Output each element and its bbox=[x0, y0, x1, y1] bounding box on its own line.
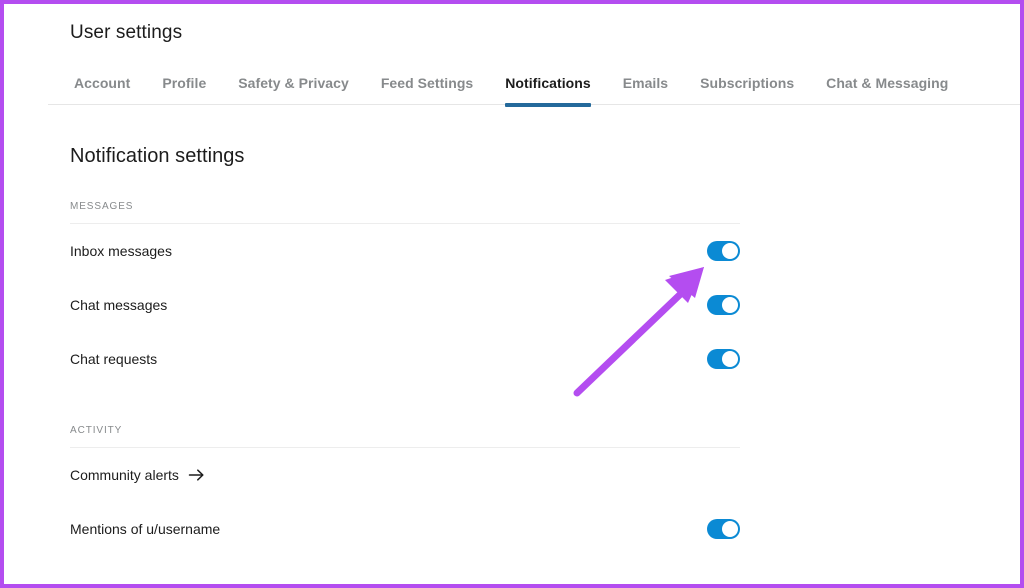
toggle-knob bbox=[722, 521, 738, 537]
arrow-right-icon bbox=[188, 468, 205, 482]
row-mentions-of-username: Mentions of u/username bbox=[70, 502, 740, 556]
tab-chat-messaging[interactable]: Chat & Messaging bbox=[826, 66, 948, 106]
row-community-alerts[interactable]: Community alerts bbox=[70, 448, 740, 502]
group-label-messages: MESSAGES bbox=[70, 200, 740, 224]
tab-notifications[interactable]: Notifications bbox=[505, 66, 591, 107]
toggle-chat-messages[interactable] bbox=[707, 295, 740, 315]
user-settings-page: User settings Account Profile Safety & P… bbox=[4, 4, 1020, 584]
tab-safety-privacy[interactable]: Safety & Privacy bbox=[238, 66, 349, 106]
toggle-knob bbox=[722, 297, 738, 313]
activity-rows: Community alerts Mentions of u/username bbox=[70, 448, 740, 556]
screenshot-frame: User settings Account Profile Safety & P… bbox=[0, 0, 1024, 588]
tab-emails-label: Emails bbox=[622, 75, 669, 91]
tab-profile-label: Profile bbox=[162, 75, 207, 91]
row-mentions-of-username-label: Mentions of u/username bbox=[70, 521, 221, 537]
settings-content: MESSAGES Inbox messages Chat messages Ch… bbox=[70, 200, 740, 556]
toggle-chat-requests[interactable] bbox=[707, 349, 740, 369]
row-inbox-messages-label: Inbox messages bbox=[70, 243, 172, 259]
toggle-knob bbox=[722, 243, 738, 259]
row-chat-requests-label: Chat requests bbox=[70, 351, 158, 367]
tab-subscriptions[interactable]: Subscriptions bbox=[700, 66, 794, 106]
tab-profile[interactable]: Profile bbox=[162, 66, 206, 106]
tab-notifications-label: Notifications bbox=[505, 75, 591, 91]
row-chat-messages-label: Chat messages bbox=[70, 297, 168, 313]
tab-feed-settings[interactable]: Feed Settings bbox=[381, 66, 473, 106]
row-community-alerts-label-wrap: Community alerts bbox=[70, 465, 205, 485]
tab-subscriptions-label: Subscriptions bbox=[700, 75, 795, 91]
settings-tab-bar: Account Profile Safety & Privacy Feed Se… bbox=[48, 66, 1020, 107]
settings-group-messages: MESSAGES Inbox messages Chat messages Ch… bbox=[70, 200, 740, 386]
settings-group-activity: ACTIVITY Community alerts Mentions of u/… bbox=[70, 424, 740, 556]
notification-settings-heading: Notification settings bbox=[70, 145, 245, 167]
row-chat-requests: Chat requests bbox=[70, 332, 740, 386]
toggle-inbox-messages[interactable] bbox=[707, 241, 740, 261]
row-chat-messages: Chat messages bbox=[70, 278, 740, 332]
toggle-knob bbox=[722, 351, 738, 367]
page-title: User settings bbox=[70, 22, 183, 43]
tab-chat-messaging-label: Chat & Messaging bbox=[826, 75, 949, 91]
toggle-mentions-of-username[interactable] bbox=[707, 519, 740, 539]
active-tab-underline bbox=[505, 103, 591, 107]
tab-emails[interactable]: Emails bbox=[623, 66, 668, 106]
messages-rows: Inbox messages Chat messages Chat reques… bbox=[70, 224, 740, 386]
group-label-activity: ACTIVITY bbox=[70, 424, 740, 448]
tab-feed-settings-label: Feed Settings bbox=[380, 75, 474, 91]
row-inbox-messages: Inbox messages bbox=[70, 224, 740, 278]
tab-safety-privacy-label: Safety & Privacy bbox=[238, 75, 349, 91]
row-community-alerts-label: Community alerts bbox=[70, 467, 179, 483]
tab-account[interactable]: Account bbox=[74, 66, 130, 106]
tab-account-label: Account bbox=[74, 75, 131, 91]
